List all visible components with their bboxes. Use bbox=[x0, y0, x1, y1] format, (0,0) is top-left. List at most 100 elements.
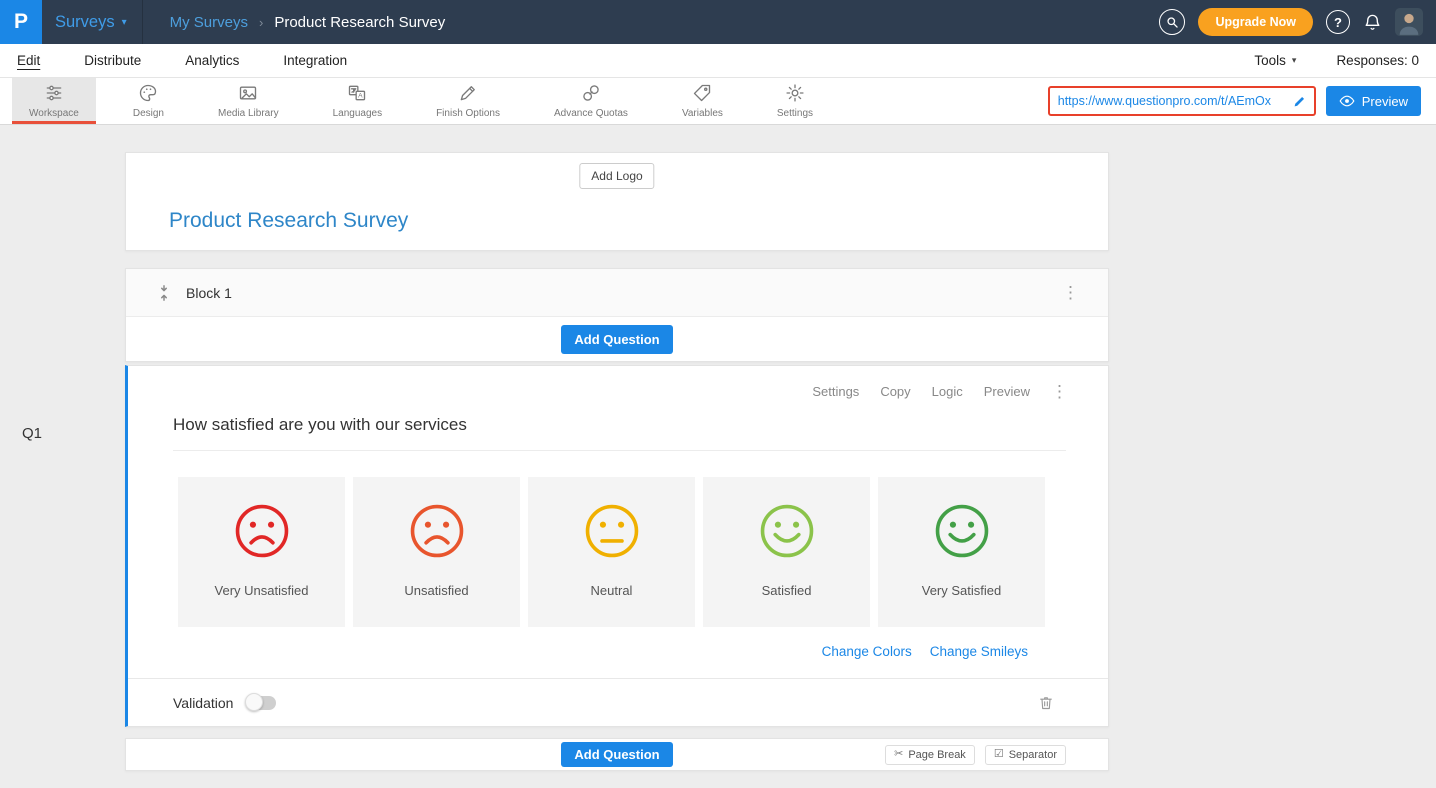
avatar-image bbox=[1395, 8, 1423, 36]
block-card: Block 1 ⋮ Add Question bbox=[125, 268, 1109, 362]
toolbar-item-label: Variables bbox=[682, 108, 723, 119]
toolbar-settings[interactable]: Settings bbox=[760, 78, 830, 124]
tools-menu[interactable]: Tools ▾ bbox=[1254, 53, 1296, 68]
sad-smiley-icon bbox=[408, 502, 466, 560]
question-text[interactable]: How satisfied are you with our services bbox=[173, 415, 1066, 451]
happy-smiley-icon bbox=[758, 502, 816, 560]
question-copy-link[interactable]: Copy bbox=[880, 384, 910, 399]
add-logo-button[interactable]: Add Logo bbox=[579, 163, 654, 189]
survey-url-input[interactable] bbox=[1058, 94, 1287, 108]
validation-row: Validation bbox=[128, 678, 1108, 726]
upgrade-now-button[interactable]: Upgrade Now bbox=[1198, 8, 1313, 36]
question-actions: Settings Copy Logic Preview ⋮ bbox=[128, 366, 1108, 400]
svg-text:A: A bbox=[358, 92, 363, 99]
validation-toggle[interactable] bbox=[246, 696, 276, 710]
page-break-label: Page Break bbox=[908, 749, 965, 761]
toolbar-item-label: Settings bbox=[777, 108, 813, 119]
survey-url-box bbox=[1048, 86, 1316, 116]
toolbar-advance-quotas[interactable]: Advance Quotas bbox=[537, 78, 645, 124]
delete-question-icon[interactable] bbox=[1038, 694, 1054, 711]
eye-icon bbox=[1339, 95, 1355, 107]
tab-distribute[interactable]: Distribute bbox=[84, 53, 141, 68]
breadcrumb-current: Product Research Survey bbox=[274, 14, 445, 31]
nav-right: Tools ▾ Responses: 0 bbox=[1254, 53, 1419, 68]
block-header: Block 1 ⋮ bbox=[126, 269, 1108, 317]
block-footer-bar: Add Question ✂ Page Break ☑ Separator bbox=[125, 738, 1109, 771]
separator-icon: ☑ bbox=[994, 749, 1004, 760]
links-icon bbox=[581, 83, 601, 103]
toolbar-design[interactable]: Design bbox=[116, 78, 181, 124]
app-logo[interactable]: P bbox=[0, 0, 42, 44]
smiley-option-very-satisfied[interactable]: Very Satisfied bbox=[878, 477, 1045, 627]
divider bbox=[142, 0, 143, 44]
help-button[interactable]: ? bbox=[1326, 10, 1350, 34]
question-logic-link[interactable]: Logic bbox=[932, 384, 963, 399]
toolbar-right: Preview bbox=[1048, 78, 1436, 124]
survey-title[interactable]: Product Research Survey bbox=[169, 209, 408, 233]
smiley-option-neutral[interactable]: Neutral bbox=[528, 477, 695, 627]
breadcrumb-my-surveys[interactable]: My Surveys bbox=[170, 14, 248, 31]
toolbar-item-label: Finish Options bbox=[436, 108, 500, 119]
smiley-option-label: Unsatisfied bbox=[404, 583, 468, 598]
preview-button[interactable]: Preview bbox=[1326, 86, 1421, 116]
toolbar-item-label: Languages bbox=[333, 108, 383, 119]
add-question-button[interactable]: Add Question bbox=[561, 325, 672, 354]
question-settings-link[interactable]: Settings bbox=[812, 384, 859, 399]
search-icon bbox=[1166, 16, 1179, 29]
question-id-label: Q1 bbox=[22, 425, 42, 442]
question-links: Change Colors Change Smileys bbox=[128, 644, 1028, 659]
survey-canvas: Q1 Add Logo Product Research Survey Bloc… bbox=[0, 125, 1436, 788]
toggle-knob bbox=[245, 693, 263, 711]
chevron-down-icon: ▾ bbox=[1292, 55, 1297, 66]
block-title[interactable]: Block 1 bbox=[186, 285, 232, 301]
breadcrumb: My Surveys › Product Research Survey bbox=[170, 14, 446, 31]
toolbar-media-library[interactable]: Media Library bbox=[201, 78, 296, 124]
collapse-block-icon[interactable] bbox=[155, 284, 173, 302]
separator-button[interactable]: ☑ Separator bbox=[985, 745, 1066, 765]
neutral-smiley-icon bbox=[583, 502, 641, 560]
user-avatar[interactable] bbox=[1395, 8, 1423, 36]
notifications-button[interactable] bbox=[1363, 13, 1382, 32]
edit-url-icon[interactable] bbox=[1293, 95, 1306, 108]
toolbar-item-label: Design bbox=[133, 108, 164, 119]
translate-icon: A bbox=[347, 83, 367, 103]
question-card: Settings Copy Logic Preview ⋮ How satisf… bbox=[125, 365, 1109, 727]
surveys-menu[interactable]: Surveys ▾ bbox=[42, 0, 142, 44]
smiley-option-satisfied[interactable]: Satisfied bbox=[703, 477, 870, 627]
toolbar-item-label: Media Library bbox=[218, 108, 279, 119]
responses-count: Responses: 0 bbox=[1336, 53, 1419, 68]
change-colors-link[interactable]: Change Colors bbox=[822, 644, 912, 659]
tab-edit[interactable]: Edit bbox=[17, 53, 40, 68]
question-preview-link[interactable]: Preview bbox=[984, 384, 1030, 399]
survey-header-card: Add Logo Product Research Survey bbox=[125, 152, 1109, 251]
search-button[interactable] bbox=[1159, 9, 1185, 35]
smiley-option-label: Satisfied bbox=[762, 583, 812, 598]
add-question-button-bottom[interactable]: Add Question bbox=[561, 742, 672, 767]
change-smileys-link[interactable]: Change Smileys bbox=[930, 644, 1028, 659]
survey-column: Add Logo Product Research Survey Block 1… bbox=[125, 152, 1109, 771]
toolbar-variables[interactable]: Variables bbox=[665, 78, 740, 124]
tab-analytics[interactable]: Analytics bbox=[185, 53, 239, 68]
smiley-option-label: Neutral bbox=[591, 583, 633, 598]
question-menu-icon[interactable]: ⋮ bbox=[1051, 383, 1068, 400]
preview-label: Preview bbox=[1362, 94, 1408, 109]
add-question-row: Add Question bbox=[126, 317, 1108, 361]
smiley-option-unsatisfied[interactable]: Unsatisfied bbox=[353, 477, 520, 627]
image-icon bbox=[238, 83, 258, 103]
gear-icon bbox=[785, 83, 805, 103]
main-nav: Edit Distribute Analytics Integration To… bbox=[0, 44, 1436, 78]
block-menu-icon[interactable]: ⋮ bbox=[1062, 284, 1079, 301]
smiley-option-label: Very Unsatisfied bbox=[215, 583, 309, 598]
toolbar-finish-options[interactable]: Finish Options bbox=[419, 78, 517, 124]
toolbar-item-label: Advance Quotas bbox=[554, 108, 628, 119]
sad-smiley-icon bbox=[233, 502, 291, 560]
toolbar-languages[interactable]: A Languages bbox=[316, 78, 400, 124]
smiley-option-very-unsatisfied[interactable]: Very Unsatisfied bbox=[178, 477, 345, 627]
pencil-icon bbox=[458, 83, 478, 103]
tab-integration[interactable]: Integration bbox=[283, 53, 347, 68]
page-break-button[interactable]: ✂ Page Break bbox=[885, 745, 975, 765]
workspace-icon bbox=[44, 83, 64, 103]
toolbar-workspace[interactable]: Workspace bbox=[12, 78, 96, 124]
validation-label: Validation bbox=[173, 695, 233, 711]
tools-label: Tools bbox=[1254, 53, 1286, 68]
